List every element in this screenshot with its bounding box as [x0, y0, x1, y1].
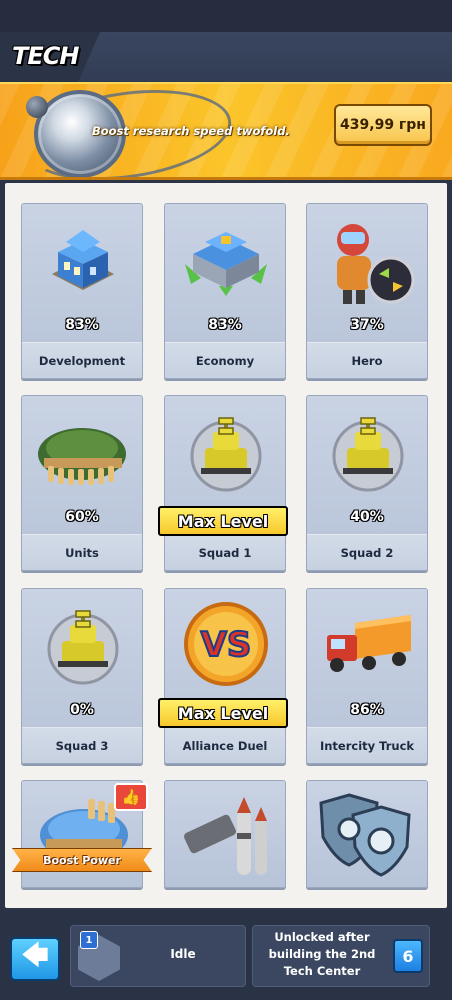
back-button[interactable]: 🡄	[10, 937, 60, 981]
queue-status: Idle	[170, 947, 196, 961]
max-level-badge: Max Level	[158, 698, 288, 728]
thumbs-up-icon[interactable]: 👍	[114, 783, 148, 811]
unlock-requirement-text: Unlocked after building the 2nd Tech Cen…	[268, 930, 376, 978]
shield-gear-icon	[319, 793, 411, 877]
arrow-left-icon: 🡄	[21, 941, 49, 971]
card-label: Alliance Duel	[182, 739, 268, 753]
tech-card-economy[interactable]: 83% Economy	[164, 203, 286, 379]
card-percent: 40%	[350, 509, 384, 525]
banner-text: Boost research speed twofold.	[92, 124, 290, 138]
card-label: Hero	[351, 354, 383, 368]
tech-card-missiles[interactable]	[164, 780, 286, 888]
tech-card-alliance-duel[interactable]: VS Alliance Duel	[164, 588, 286, 764]
card-label: Squad 1	[198, 546, 252, 560]
svg-text:VS: VS	[201, 625, 252, 665]
tank-squad-icon	[332, 417, 404, 492]
blue-building-icon	[52, 230, 114, 290]
card-label: Intercity Truck	[319, 739, 415, 753]
card-label: Squad 3	[55, 739, 109, 753]
card-label: Squad 2	[340, 546, 394, 560]
card-percent: 37%	[350, 317, 384, 333]
truck-icon	[327, 615, 411, 672]
card-label: Development	[38, 354, 126, 368]
missiles-icon	[184, 797, 267, 875]
card-percent: 60%	[65, 509, 99, 525]
status-bar	[0, 0, 452, 32]
card-label: Economy	[195, 354, 255, 368]
max-level-badge: Max Level	[158, 506, 288, 536]
lock-icon: 6	[393, 939, 423, 973]
tech-card-squad-3[interactable]: 0% Squad 3	[21, 588, 143, 764]
tech-card-hero[interactable]: 37% Hero	[306, 203, 428, 379]
tank-squad-icon	[190, 417, 262, 492]
tech-card-units[interactable]: 60% Units	[21, 395, 143, 571]
page-title: TECH	[12, 42, 79, 70]
tech-card-shield[interactable]	[306, 780, 428, 888]
card-label: Units	[65, 546, 99, 560]
card-percent: 83%	[65, 317, 99, 333]
card-percent: 0%	[70, 702, 94, 718]
orb-knob-icon	[26, 96, 48, 118]
purchase-button[interactable]: 439,99 грн	[334, 104, 432, 146]
tech-card-intercity-truck[interactable]: 86% Intercity Truck	[306, 588, 428, 764]
economy-building-icon	[185, 232, 267, 296]
tech-card-squad-1[interactable]: Squad 1	[164, 395, 286, 571]
vs-icon: VS	[184, 602, 268, 686]
tech-card-squad-2[interactable]: 40% Squad 2	[306, 395, 428, 571]
helmet-icon	[38, 428, 126, 485]
tech-card-development[interactable]: 83% Development	[21, 203, 143, 379]
title-bar: TECH	[0, 32, 452, 82]
card-percent: 86%	[350, 702, 384, 718]
queue-number-badge: 1	[80, 931, 98, 949]
tank-squad-icon	[47, 610, 119, 685]
card-percent: 83%	[208, 317, 242, 333]
hero-icon	[337, 224, 415, 304]
boost-power-ribbon: Boost Power	[12, 848, 152, 872]
